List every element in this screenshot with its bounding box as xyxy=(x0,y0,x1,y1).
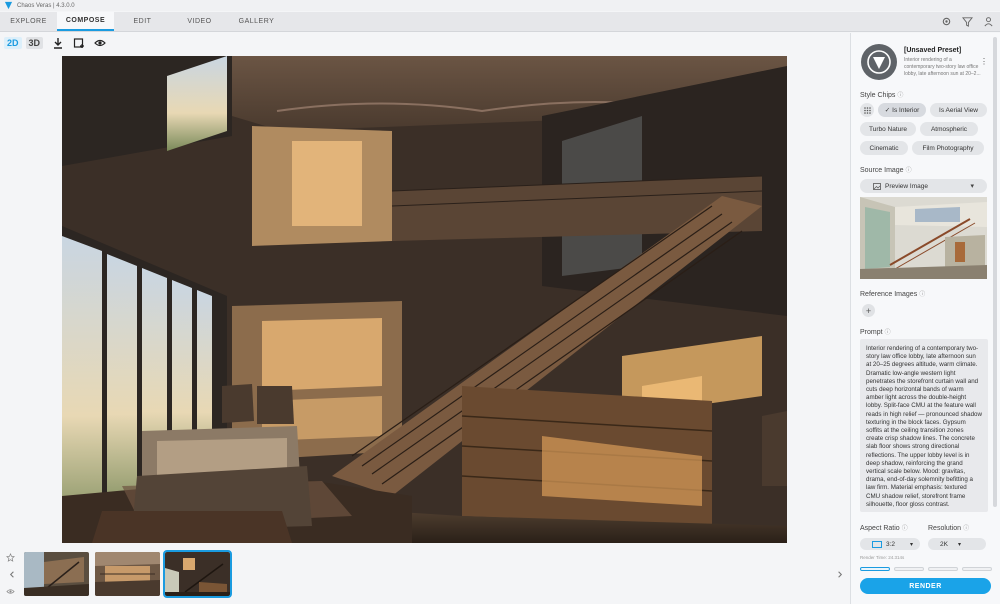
prompt-label: Prompt ⓘ xyxy=(860,327,891,336)
progress-segment-2 xyxy=(894,567,924,571)
chip-is-interior[interactable]: ✓ Is Interior xyxy=(878,103,926,117)
lobby-render-image xyxy=(62,56,787,543)
progress-segment-1 xyxy=(860,567,890,571)
resolution-label: Resolution ⓘ xyxy=(928,523,969,532)
aspect-ratio-label-text: Aspect Ratio xyxy=(860,525,900,532)
mode-3d-button[interactable]: 3D xyxy=(25,37,44,49)
download-icon[interactable] xyxy=(52,37,64,49)
preset-avatar[interactable] xyxy=(861,44,897,80)
chevron-down-icon: ▾ xyxy=(970,183,974,190)
progress-segment-4 xyxy=(962,567,992,571)
style-chips-label: Style Chips ⓘ xyxy=(860,90,903,99)
tab-edit[interactable]: EDIT xyxy=(114,12,171,31)
user-icon[interactable] xyxy=(983,16,994,27)
chip-turbo-nature[interactable]: Turbo Nature xyxy=(860,122,916,136)
scroll-right-icon[interactable] xyxy=(835,570,844,579)
chip-atmospheric[interactable]: Atmospheric xyxy=(920,122,978,136)
source-image-label: Source Image ⓘ xyxy=(860,165,912,174)
chevron-down-icon: ▾ xyxy=(909,541,913,548)
aspect-ratio-frame-icon xyxy=(872,540,882,548)
info-icon[interactable]: ⓘ xyxy=(963,526,969,532)
thumbnail-2[interactable] xyxy=(95,552,160,596)
source-image-preview-picture xyxy=(860,197,987,279)
chip-film-photography[interactable]: Film Photography xyxy=(912,141,984,155)
settings-gear-icon[interactable] xyxy=(941,16,952,27)
add-reference-image-button[interactable]: + xyxy=(862,304,875,317)
source-image-dropdown-value: Preview Image xyxy=(885,182,928,190)
thumbnail-2-image xyxy=(95,552,160,596)
aspect-ratio-label: Aspect Ratio ⓘ xyxy=(860,523,908,532)
resolution-label-text: Resolution xyxy=(928,525,962,532)
prompt-textarea[interactable]: Interior rendering of a contemporary two… xyxy=(860,339,988,512)
veras-logo-icon xyxy=(4,1,13,10)
prompt-label-text: Prompt xyxy=(860,329,883,336)
settings-panel: [Unsaved Preset] Interior rendering of a… xyxy=(850,33,1000,604)
source-image-preview[interactable] xyxy=(860,197,987,279)
thumbnail-3-image xyxy=(165,552,230,596)
info-icon[interactable]: ⓘ xyxy=(902,526,908,532)
tab-gallery[interactable]: GALLERY xyxy=(228,12,285,31)
chip-is-aerial-view[interactable]: Is Aerial View xyxy=(930,103,987,117)
thumbnail-3-selected[interactable] xyxy=(163,550,232,598)
aspect-ratio-value: 3:2 xyxy=(886,540,896,548)
veras-preset-logo-icon xyxy=(867,50,891,74)
window-title: Chaos Veras | 4.3.0.0 xyxy=(17,2,75,9)
tab-explore[interactable]: EXPLORE xyxy=(0,12,57,31)
reference-images-label-text: Reference Images xyxy=(860,291,918,298)
reference-images-label: Reference Images ⓘ xyxy=(860,289,925,298)
mode-2d-button[interactable]: 2D xyxy=(4,37,22,49)
thumbnail-1-image xyxy=(24,552,89,596)
visibility-eye-icon[interactable] xyxy=(6,587,15,596)
panel-scrollbar[interactable] xyxy=(993,37,997,507)
render-history-strip xyxy=(0,548,850,600)
view-toolbar: 2D 3D xyxy=(4,36,106,50)
info-icon[interactable]: ⓘ xyxy=(885,330,891,336)
render-canvas[interactable] xyxy=(62,56,787,543)
image-icon xyxy=(873,182,881,190)
resolution-value: 2K xyxy=(940,540,948,548)
chip-cinematic[interactable]: Cinematic xyxy=(860,141,908,155)
chip-grid-icon[interactable] xyxy=(860,103,874,117)
aspect-ratio-select[interactable]: 3:2 ▾ xyxy=(860,538,920,550)
render-button[interactable]: RENDER xyxy=(860,578,991,594)
progress-segment-3 xyxy=(928,567,958,571)
source-image-dropdown[interactable]: Preview Image ▾ xyxy=(860,179,987,193)
tab-video[interactable]: VIDEO xyxy=(171,12,228,31)
info-icon[interactable]: ⓘ xyxy=(919,292,925,298)
thumbnail-1[interactable] xyxy=(24,552,89,596)
preview-eye-icon[interactable] xyxy=(94,37,106,49)
render-time: Render Time: 24.314s xyxy=(860,555,905,560)
chip-check-icon: ✓ xyxy=(884,107,891,114)
top-nav: EXPLORE COMPOSE EDIT VIDEO GALLERY xyxy=(0,12,1000,32)
veras-filter-icon[interactable] xyxy=(962,16,973,27)
favorite-star-icon[interactable] xyxy=(6,553,15,562)
style-chips-label-text: Style Chips xyxy=(860,92,896,99)
resolution-select[interactable]: 2K ▾ xyxy=(928,538,986,550)
scroll-left-icon[interactable] xyxy=(8,570,17,579)
preset-more-menu-icon[interactable]: ⋮ xyxy=(980,57,988,66)
chip-is-interior-label: Is Interior xyxy=(892,106,920,114)
info-icon[interactable]: ⓘ xyxy=(906,168,912,174)
preset-title: [Unsaved Preset] xyxy=(904,47,962,54)
tab-compose[interactable]: COMPOSE xyxy=(57,12,114,31)
preset-description: Interior rendering of a contemporary two… xyxy=(904,57,981,77)
grid-dots-icon xyxy=(863,106,871,114)
add-to-gallery-icon[interactable] xyxy=(73,37,85,49)
chevron-down-icon: ▾ xyxy=(957,541,961,548)
title-bar: Chaos Veras | 4.3.0.0 xyxy=(0,0,1000,11)
info-icon[interactable]: ⓘ xyxy=(897,93,903,99)
source-image-label-text: Source Image xyxy=(860,167,904,174)
